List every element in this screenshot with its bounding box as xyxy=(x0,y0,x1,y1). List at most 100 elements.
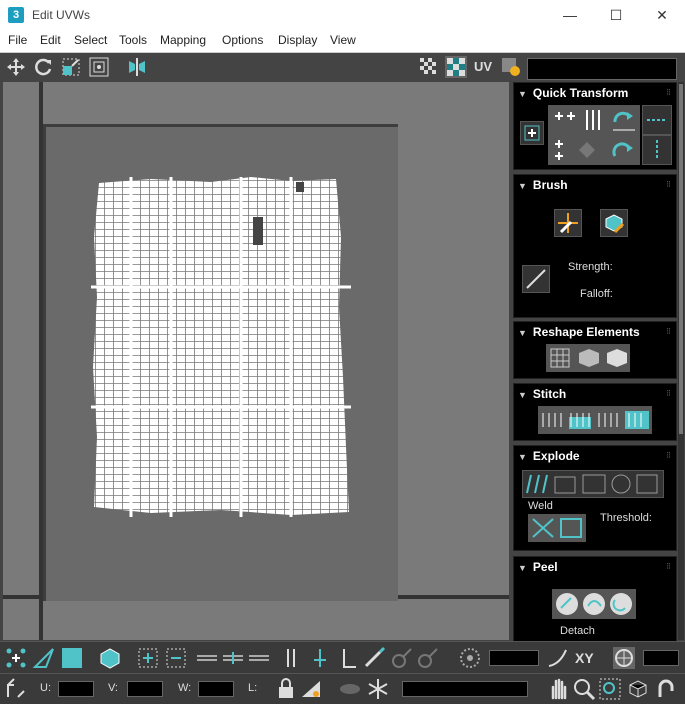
rollout-title: Peel xyxy=(532,560,558,574)
peel-tools-button[interactable] xyxy=(552,589,636,619)
falloff-type-button[interactable] xyxy=(522,265,550,293)
relax-brush-button[interactable] xyxy=(600,209,628,237)
tool-panel: ▼ Quick Transform ⁝⁝ ▼ Brush ⁝⁝ Strength… xyxy=(510,82,685,642)
texture-dropdown[interactable] xyxy=(527,58,677,80)
space-vertical-button[interactable] xyxy=(642,135,672,165)
falloff-label: Falloff: xyxy=(580,288,613,300)
scale-icon[interactable] xyxy=(60,56,82,78)
edge-mode-icon[interactable] xyxy=(32,646,54,668)
panel-scrollbar-thumb[interactable] xyxy=(679,84,683,434)
face-mode-icon[interactable] xyxy=(60,646,82,668)
uv-mesh[interactable] xyxy=(91,177,351,517)
w-label: W: xyxy=(178,682,192,694)
checker-icon[interactable] xyxy=(418,56,440,78)
align-center-button[interactable] xyxy=(520,121,544,145)
edge-distance-field[interactable] xyxy=(643,650,679,666)
brush-header[interactable]: ▼ Brush xyxy=(518,178,568,192)
zoom-region-icon[interactable] xyxy=(598,677,621,700)
checker-map-icon[interactable] xyxy=(445,56,467,78)
window-title: Edit UVWs xyxy=(32,8,91,22)
falloff-curve-icon[interactable] xyxy=(546,646,568,668)
stitch-header[interactable]: ▼ Stitch xyxy=(518,387,566,401)
w-field[interactable] xyxy=(198,681,234,697)
grip-icon[interactable]: ⁝⁝ xyxy=(666,388,671,399)
grip-icon[interactable]: ⁝⁝ xyxy=(666,450,671,461)
reshape-tools-button[interactable] xyxy=(546,344,630,372)
loop-ring-icon[interactable] xyxy=(195,646,273,668)
menu-display[interactable]: Display xyxy=(278,33,317,47)
collapse-arrow-icon: ▼ xyxy=(518,89,527,99)
align-vertical-button[interactable] xyxy=(548,135,640,165)
menu-select[interactable]: Select xyxy=(74,33,107,47)
grip-icon[interactable]: ⁝⁝ xyxy=(666,326,671,337)
edit-uvws-window: 3 Edit UVWs — ☐ ✕ File Edit Select Tools… xyxy=(0,0,685,704)
menu-edit[interactable]: Edit xyxy=(40,33,61,47)
menu-mapping[interactable]: Mapping xyxy=(160,33,206,47)
menu-bar: File Edit Select Tools Mapping Options D… xyxy=(0,30,685,53)
mirror-icon[interactable] xyxy=(126,56,148,78)
reshape-elements-header[interactable]: ▼ Reshape Elements xyxy=(518,325,640,339)
u-field[interactable] xyxy=(58,681,94,697)
paint-remove-icon[interactable] xyxy=(336,646,358,668)
freeform-icon[interactable] xyxy=(88,56,110,78)
collapse-arrow-icon: ▼ xyxy=(518,181,527,191)
freeze-icon[interactable] xyxy=(366,677,388,699)
rotate-icon[interactable] xyxy=(32,56,54,78)
rollout-title: Explode xyxy=(532,449,580,463)
collapse-arrow-icon: ▼ xyxy=(518,452,527,462)
grip-icon[interactable]: ⁝⁝ xyxy=(666,87,671,98)
minimize-button[interactable]: — xyxy=(547,0,593,30)
menu-view[interactable]: View xyxy=(330,33,356,47)
brush-icon[interactable] xyxy=(362,646,386,668)
coordinates-toolbar: U: V: W: L: xyxy=(0,673,685,704)
selection-info-field[interactable] xyxy=(402,681,528,697)
rollout-title: Stitch xyxy=(532,387,567,401)
title-bar: 3 Edit UVWs — ☐ ✕ xyxy=(0,0,685,31)
paint-move-button[interactable] xyxy=(554,209,582,237)
quick-transform-header[interactable]: ▼ Quick Transform xyxy=(518,86,628,100)
brush-strength-icon[interactable] xyxy=(416,646,438,668)
l-label: L: xyxy=(248,682,258,694)
stitch-tools-button[interactable] xyxy=(538,406,652,434)
grow-selection-icon[interactable] xyxy=(136,646,158,668)
absolute-offset-icon[interactable] xyxy=(4,677,26,699)
zoom-extents-icon[interactable] xyxy=(626,677,648,699)
zoom-icon[interactable] xyxy=(572,677,596,701)
menu-tools[interactable]: Tools xyxy=(119,33,147,47)
selection-toolbar: XY xyxy=(0,641,685,674)
explode-tools-button[interactable] xyxy=(522,470,664,498)
menu-file[interactable]: File xyxy=(8,33,27,47)
falloff-field[interactable] xyxy=(489,650,539,666)
grip-icon[interactable]: ⁝⁝ xyxy=(666,561,671,572)
menu-options[interactable]: Options xyxy=(222,33,263,47)
close-button[interactable]: ✕ xyxy=(639,0,685,30)
xy-label[interactable]: XY xyxy=(575,650,594,666)
weld-tools-button[interactable] xyxy=(528,514,586,542)
space-horizontal-button[interactable] xyxy=(642,105,672,135)
rollout-title: Quick Transform xyxy=(532,86,629,100)
paint-add-icon[interactable] xyxy=(308,646,330,668)
brush-size-icon[interactable] xyxy=(390,646,412,668)
vertex-mode-icon[interactable] xyxy=(4,646,26,668)
align-horizontal-button[interactable] xyxy=(548,105,640,135)
explode-header[interactable]: ▼ Explode xyxy=(518,449,580,463)
lock-icon[interactable] xyxy=(274,677,296,699)
hide-icon[interactable] xyxy=(300,677,322,699)
uv-viewport[interactable] xyxy=(3,82,509,640)
pan-icon[interactable] xyxy=(546,677,568,700)
eye-icon[interactable] xyxy=(338,677,360,699)
shrink-selection-icon[interactable] xyxy=(164,646,186,668)
snap-icon[interactable] xyxy=(654,677,676,699)
collapse-arrow-icon: ▼ xyxy=(518,390,527,400)
paint-select-icon[interactable] xyxy=(280,646,302,668)
texture-settings-icon[interactable] xyxy=(500,56,522,78)
peel-header[interactable]: ▼ Peel xyxy=(518,560,558,574)
maximize-button[interactable]: ☐ xyxy=(593,0,639,30)
move-icon[interactable] xyxy=(5,56,27,78)
grip-icon[interactable]: ⁝⁝ xyxy=(666,179,671,190)
soft-selection-icon[interactable] xyxy=(458,646,480,668)
v-field[interactable] xyxy=(127,681,163,697)
reshape-elements-rollout: ▼ Reshape Elements ⁝⁝ xyxy=(513,321,677,379)
falloff-space-icon[interactable] xyxy=(612,646,635,669)
element-mode-icon[interactable] xyxy=(98,646,120,669)
